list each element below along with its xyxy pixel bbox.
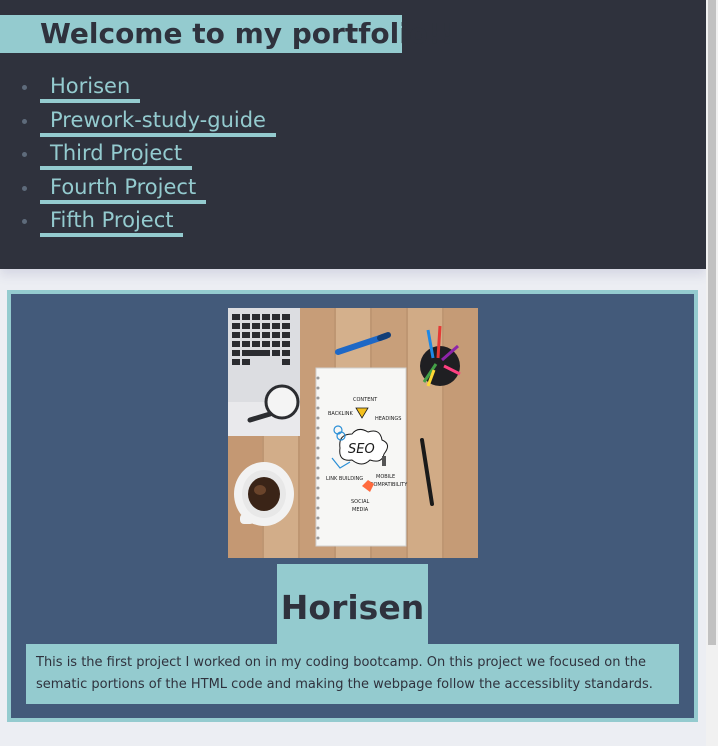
page: Welcome to my portfolio!! Horisen Prewor… — [0, 0, 706, 722]
bullet-icon — [22, 219, 27, 224]
project-card: CONTENT BACKLINK HEADINGS LINK BUILDING … — [7, 290, 698, 722]
nav-link-third-project[interactable]: Third Project — [40, 140, 193, 170]
svg-text:SEO: SEO — [348, 442, 375, 457]
nav-link-horisen[interactable]: Horisen — [40, 73, 141, 103]
vertical-scrollbar[interactable] — [706, 0, 718, 746]
nav-link-prework-study-guide[interactable]: Prework-study-guide — [40, 107, 276, 137]
nav-link-fourth-project[interactable]: Fourth Project — [40, 174, 207, 204]
nav-link-fifth-project[interactable]: Fifth Project — [40, 207, 184, 237]
project-image[interactable]: CONTENT BACKLINK HEADINGS LINK BUILDING … — [228, 308, 478, 558]
svg-text:LINK BUILDING: LINK BUILDING — [326, 476, 363, 482]
bullet-icon — [22, 118, 27, 124]
site-header: Welcome to my portfolio!! Horisen Prewor… — [0, 0, 706, 269]
svg-text:SOCIAL: SOCIAL — [351, 499, 369, 505]
page-title: Welcome to my portfolio!! — [0, 15, 454, 53]
svg-text:MEDIA: MEDIA — [352, 507, 369, 513]
svg-text:CONTENT: CONTENT — [353, 397, 378, 403]
svg-text:MOBILE: MOBILE — [376, 474, 395, 480]
seo-desk-image: CONTENT BACKLINK HEADINGS LINK BUILDING … — [228, 308, 478, 558]
svg-text:COMPATIBILITY: COMPATIBILITY — [370, 482, 408, 488]
project-description: This is the first project I worked on in… — [26, 644, 679, 704]
svg-text:HEADINGS: HEADINGS — [375, 416, 401, 422]
bullet-icon — [22, 185, 27, 191]
svg-text:BACKLINK: BACKLINK — [328, 411, 354, 417]
bullet-icon — [22, 85, 27, 90]
scrollbar-thumb[interactable] — [708, 0, 716, 645]
project-title: Horisen — [277, 564, 428, 644]
bullet-icon — [22, 152, 27, 157]
